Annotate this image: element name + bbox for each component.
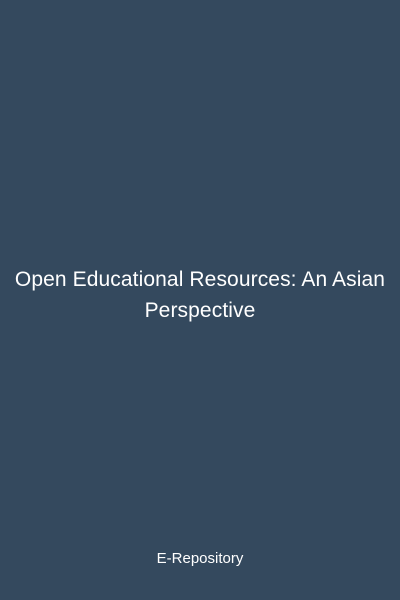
cover-footer: E-Repository [156,550,244,567]
cover-title: Open Educational Resources: An Asian Per… [14,268,386,322]
book-cover: Open Educational Resources: An Asian Per… [0,0,400,600]
